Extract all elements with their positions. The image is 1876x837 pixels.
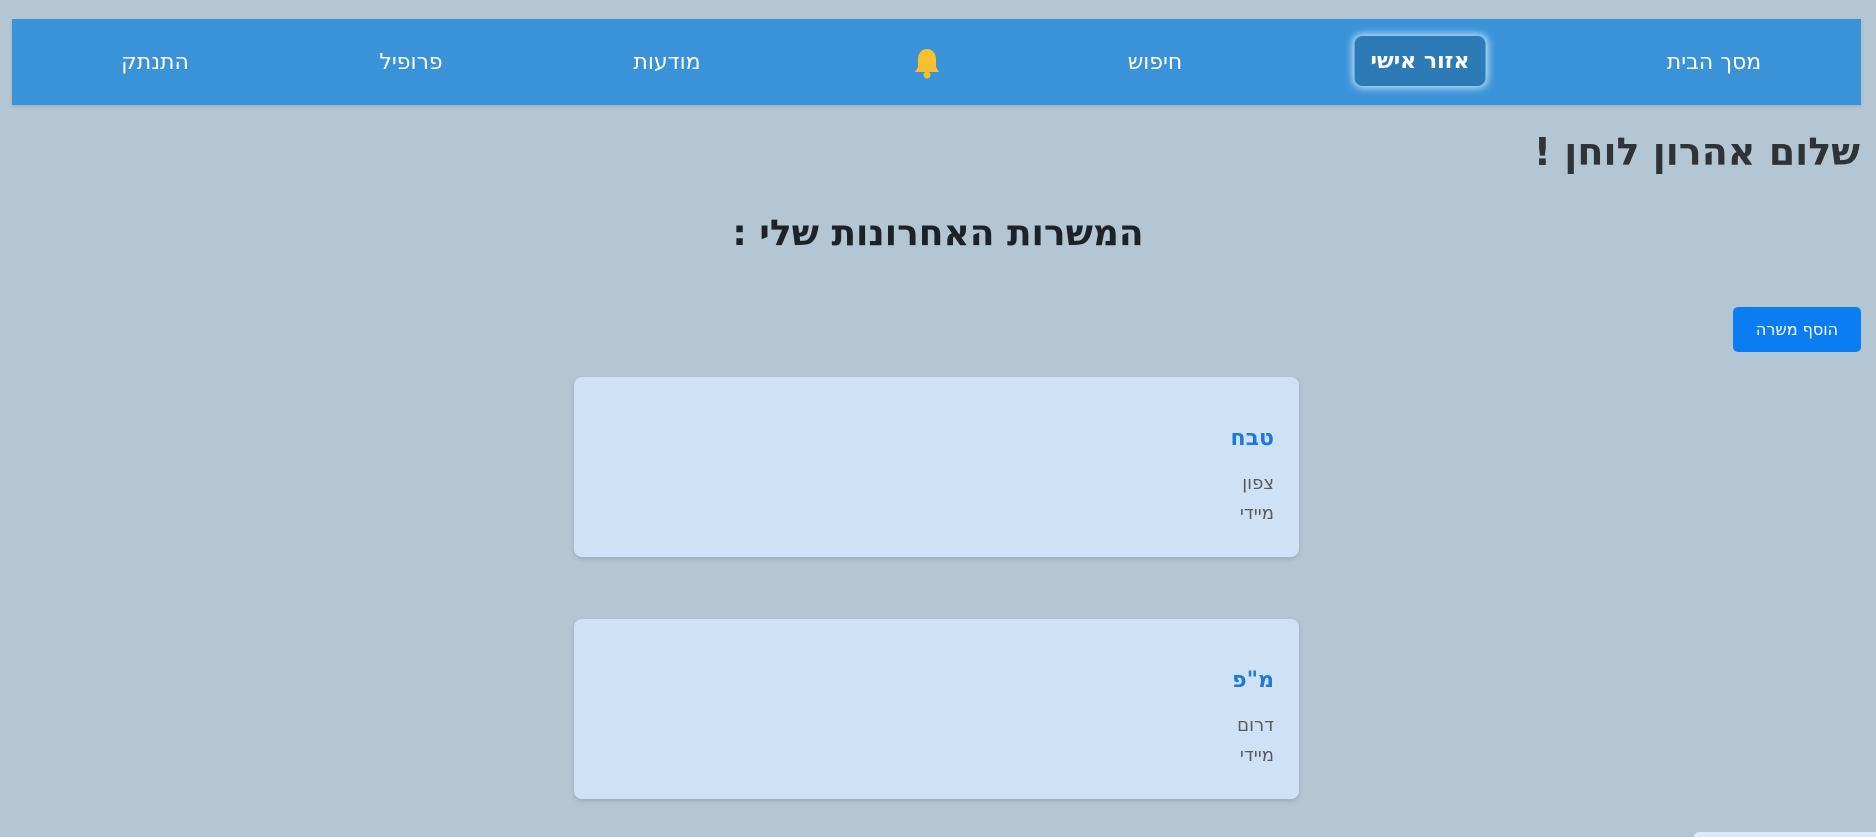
job-title: טבח	[1230, 426, 1274, 451]
greeting-heading: שלום אהרון לוחן !	[1533, 130, 1860, 174]
add-job-button[interactable]: הוסף משרה	[1733, 307, 1861, 352]
partial-card-edge	[1694, 832, 1876, 837]
job-start: מיידי	[1239, 745, 1274, 766]
job-region: דרום	[1237, 715, 1274, 736]
nav-personal-area[interactable]: אזור אישי	[1354, 36, 1486, 86]
recent-jobs-title: המשרות האחרונות שלי :	[732, 213, 1144, 254]
top-navbar: מסך הבית אזור אישי חיפוש מודעות פרופיל ה…	[12, 19, 1861, 105]
job-title: מ"פ	[1232, 668, 1274, 693]
bell-icon[interactable]	[913, 47, 941, 79]
nav-logout[interactable]: התנתק	[121, 19, 189, 105]
nav-profile[interactable]: פרופיל	[379, 19, 442, 105]
job-start: מיידי	[1239, 503, 1274, 524]
nav-home[interactable]: מסך הבית	[1667, 19, 1762, 105]
job-card[interactable]: מ"פ דרום מיידי	[574, 619, 1299, 799]
nav-search[interactable]: חיפוש	[1128, 19, 1183, 105]
job-region: צפון	[1242, 473, 1274, 494]
nav-ads[interactable]: מודעות	[633, 19, 700, 105]
job-card[interactable]: טבח צפון מיידי	[574, 377, 1299, 557]
